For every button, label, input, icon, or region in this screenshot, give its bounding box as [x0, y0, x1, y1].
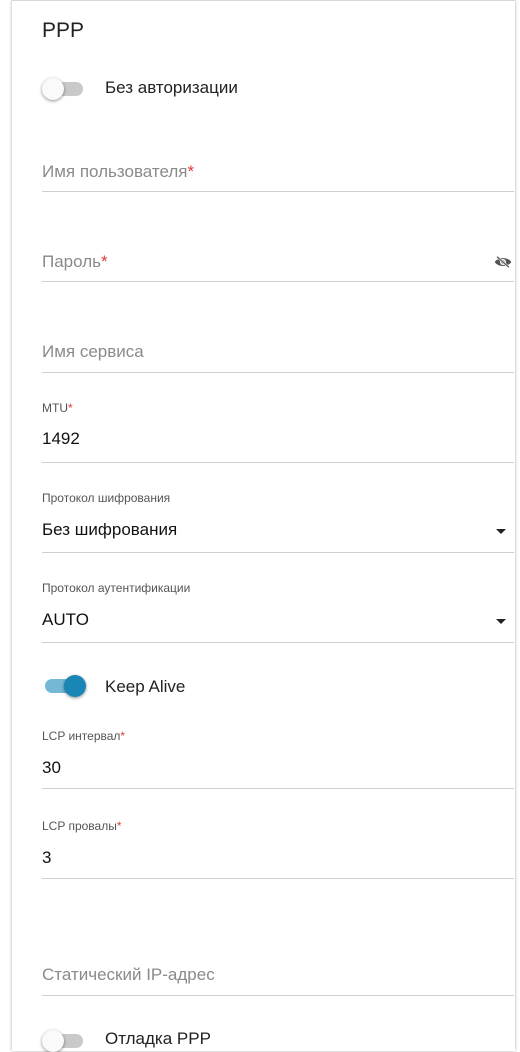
- static-ip-placeholder: Статический IP-адрес: [42, 965, 215, 984]
- encryption-value: Без шифрования: [42, 520, 178, 539]
- static-ip-field[interactable]: Статический IP-адрес: [42, 953, 514, 996]
- username-placeholder: Имя пользователя*: [42, 162, 195, 181]
- keep-alive-label: Keep Alive: [105, 677, 186, 696]
- section-title: PPP: [42, 19, 85, 42]
- toggle-knob: [64, 675, 86, 697]
- lcp-failures-label: LCP провалы*: [42, 819, 122, 833]
- lcp-failures-value: 3: [42, 848, 52, 867]
- chevron-down-icon[interactable]: [496, 619, 506, 624]
- mtu-label: MTU*: [42, 401, 73, 415]
- keep-alive-toggle[interactable]: [42, 675, 86, 697]
- ppp-debug-toggle[interactable]: [42, 1030, 86, 1052]
- no-auth-toggle[interactable]: [42, 78, 86, 100]
- ppp-debug-label: Отладка PPP: [105, 1029, 211, 1048]
- encryption-select[interactable]: Протокол шифрования Без шифрования: [42, 489, 514, 553]
- eye-off-icon[interactable]: [494, 255, 512, 269]
- required-mark: *: [187, 162, 195, 181]
- auth-protocol-label: Протокол аутентификации: [42, 581, 191, 595]
- encryption-label: Протокол шифрования: [42, 491, 171, 505]
- required-mark: *: [120, 729, 126, 743]
- required-mark: *: [116, 819, 122, 833]
- lcp-interval-label: LCP интервал*: [42, 729, 126, 743]
- mtu-value: 1492: [42, 429, 80, 448]
- lcp-interval-field[interactable]: LCP интервал* 30: [42, 727, 514, 789]
- auth-protocol-value: AUTO: [42, 610, 89, 629]
- lcp-failures-field[interactable]: LCP провалы* 3: [42, 817, 514, 879]
- password-placeholder: Пароль*: [42, 252, 108, 271]
- no-auth-label: Без авторизации: [105, 78, 238, 97]
- required-mark: *: [101, 252, 108, 271]
- auth-protocol-select[interactable]: Протокол аутентификации AUTO: [42, 579, 514, 643]
- service-name-placeholder: Имя сервиса: [42, 342, 144, 361]
- service-name-field[interactable]: Имя сервиса: [42, 329, 514, 373]
- chevron-down-icon[interactable]: [496, 529, 506, 534]
- toggle-knob: [42, 78, 64, 100]
- ppp-settings-panel: PPP Без авторизации Имя пользователя* Па…: [12, 0, 515, 1052]
- required-mark: *: [68, 401, 73, 415]
- password-field[interactable]: Пароль*: [42, 239, 514, 282]
- toggle-knob: [42, 1030, 64, 1052]
- mtu-field[interactable]: MTU* 1492: [42, 399, 514, 463]
- lcp-interval-value: 30: [42, 758, 61, 777]
- username-field[interactable]: Имя пользователя*: [42, 149, 514, 192]
